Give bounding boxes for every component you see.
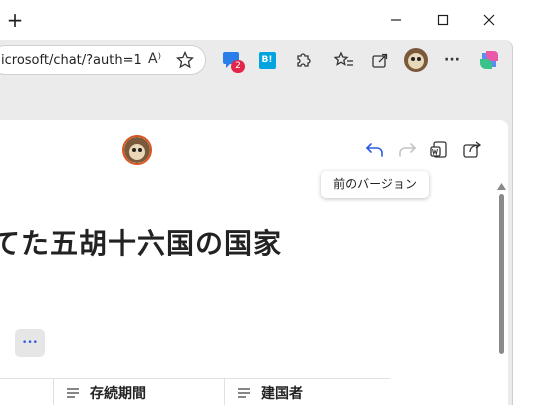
column-divider: [53, 379, 54, 405]
browser-toolbar: icrosoft/chat/?auth=1 A⁾ 2 B! ···: [0, 40, 513, 78]
settings-more-icon[interactable]: ···: [441, 49, 463, 71]
export-word-button[interactable]: [427, 138, 451, 162]
redo-next-version-button[interactable]: [395, 138, 419, 162]
undo-previous-version-button[interactable]: [363, 138, 387, 162]
favorite-star-icon[interactable]: [175, 50, 195, 73]
address-bar[interactable]: icrosoft/chat/?auth=1 A⁾: [0, 45, 206, 75]
redo-arrow-icon: [399, 143, 417, 157]
chat-badge: 2: [231, 60, 245, 73]
page-title: てた五胡十六国の国家: [0, 227, 283, 260]
column-header-label: 存続期間: [90, 385, 146, 402]
tab-strip: +: [0, 0, 513, 40]
column-header-founder[interactable]: 建国者: [237, 379, 303, 405]
word-document-icon: [430, 141, 447, 158]
read-aloud-icon[interactable]: A⁾: [148, 51, 161, 67]
text-column-icon: [67, 387, 79, 398]
copilot-icon[interactable]: [478, 49, 500, 71]
maximize-icon: [437, 14, 449, 26]
scroll-up-arrow-icon[interactable]: [497, 183, 506, 190]
address-text[interactable]: icrosoft/chat/?auth=1: [1, 53, 142, 68]
hatena-bookmark-icon[interactable]: B!: [256, 49, 278, 71]
assistant-avatar: [122, 135, 152, 165]
chat-extension-icon[interactable]: 2: [221, 49, 245, 73]
column-header-duration[interactable]: 存続期間: [66, 379, 146, 405]
scrollbar-thumb[interactable]: [499, 194, 504, 354]
profile-avatar[interactable]: [403, 47, 429, 73]
tooltip-previous-version: 前のバージョン: [321, 171, 429, 198]
minimize-icon: [391, 19, 401, 21]
new-tab-button[interactable]: +: [4, 10, 26, 32]
share-page-button[interactable]: [460, 138, 484, 162]
minimize-button[interactable]: [382, 8, 410, 32]
column-header-label: 建国者: [261, 385, 303, 402]
column-divider: [224, 379, 225, 405]
more-options-button[interactable]: •••: [15, 329, 45, 357]
maximize-button[interactable]: [429, 8, 457, 32]
close-window-button[interactable]: [475, 8, 503, 32]
share-arrow-icon: [463, 141, 482, 158]
share-icon[interactable]: [369, 49, 391, 71]
more-dots-icon: •••: [22, 338, 38, 348]
page-content: [0, 120, 508, 405]
close-icon: [483, 14, 495, 26]
text-column-icon: [238, 387, 250, 398]
favorites-icon[interactable]: [333, 49, 355, 71]
extensions-icon[interactable]: [292, 49, 314, 71]
table-header-row: 存続期間 建国者: [0, 378, 390, 405]
undo-arrow-icon: [365, 143, 383, 157]
